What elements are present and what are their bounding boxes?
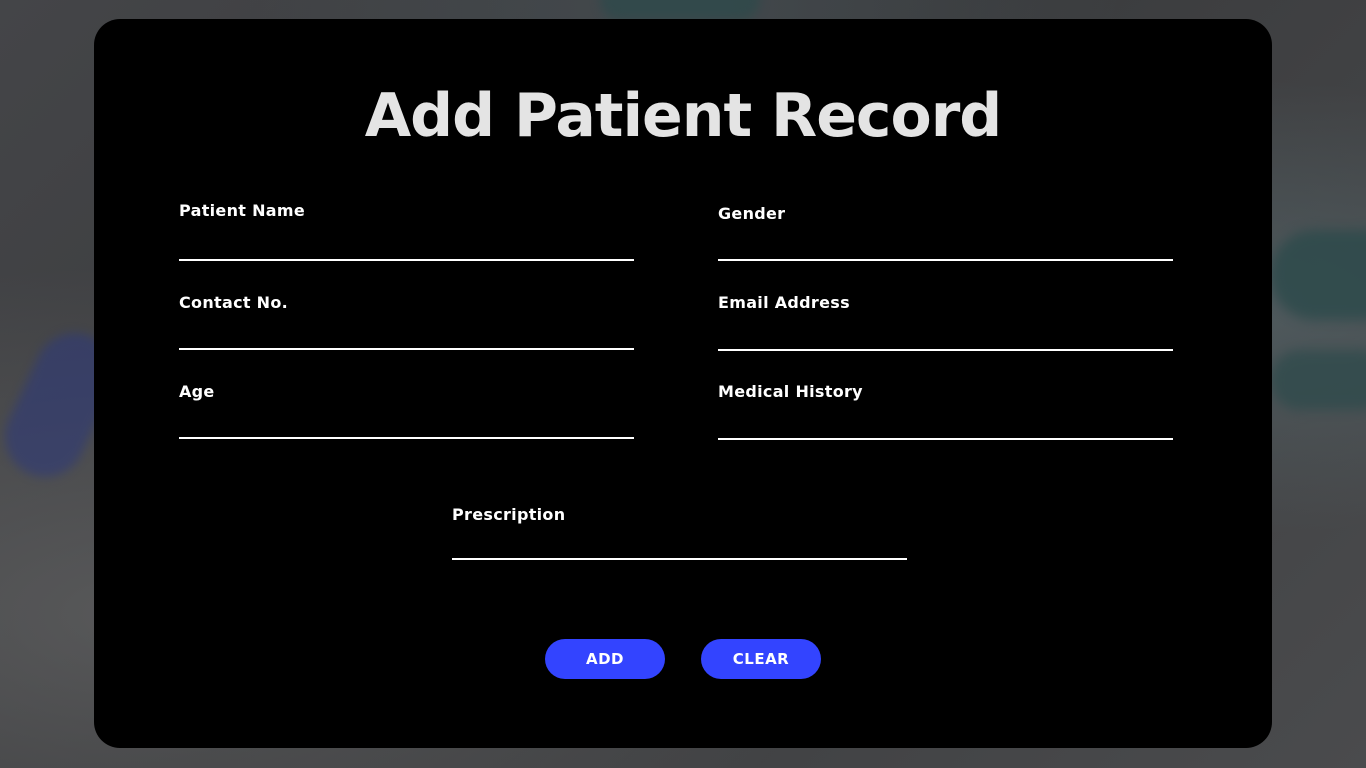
background-stethoscope-blur [1270, 350, 1366, 410]
background-stethoscope-blur [600, 0, 760, 20]
page-title: Add Patient Record [364, 81, 1003, 151]
patient-record-form-card: Add Patient Record Patient Name Gender C… [94, 19, 1272, 748]
age-label: Age [179, 382, 215, 401]
patient-name-input[interactable] [179, 235, 634, 261]
contact-no-label: Contact No. [179, 293, 289, 312]
email-address-field-group: Email Address [718, 293, 1173, 351]
medical-history-input[interactable] [718, 414, 1173, 440]
patient-name-label: Patient Name [179, 201, 305, 220]
prescription-field-group: Prescription [452, 505, 907, 560]
contact-no-input[interactable] [179, 324, 634, 350]
prescription-input[interactable] [452, 534, 907, 560]
gender-label: Gender [718, 204, 786, 223]
background-stethoscope-blur [1270, 230, 1366, 320]
clear-button[interactable]: CLEAR [701, 639, 821, 679]
patient-name-field-group: Patient Name [179, 201, 634, 261]
email-address-label: Email Address [718, 293, 850, 312]
email-address-input[interactable] [718, 325, 1173, 351]
gender-field-group: Gender [718, 204, 1173, 261]
medical-history-label: Medical History [718, 382, 863, 401]
add-button[interactable]: ADD [545, 639, 665, 679]
medical-history-field-group: Medical History [718, 382, 1173, 440]
age-input[interactable] [179, 413, 634, 439]
prescription-label: Prescription [452, 505, 566, 524]
contact-no-field-group: Contact No. [179, 293, 634, 350]
age-field-group: Age [179, 382, 634, 439]
gender-input[interactable] [718, 235, 1173, 261]
